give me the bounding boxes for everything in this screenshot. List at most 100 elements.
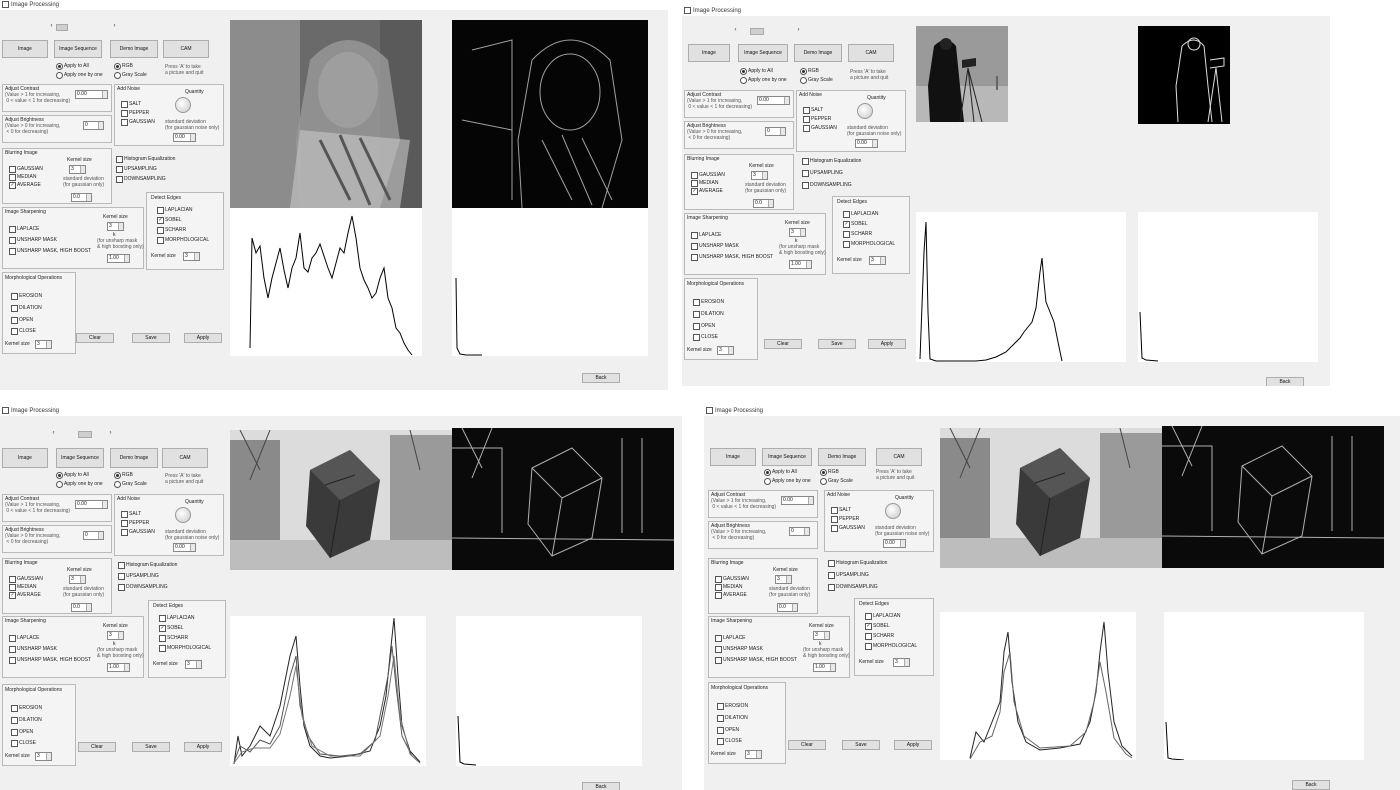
image-button[interactable]: Image (710, 448, 756, 466)
morph-open-checkbox[interactable] (11, 729, 18, 736)
noise-std-input[interactable]: 0.00 (173, 543, 196, 552)
noise-pepper-checkbox[interactable] (121, 520, 128, 527)
brightness-input[interactable]: 0 (83, 121, 104, 130)
noise-std-input[interactable]: 0.00 (883, 539, 906, 548)
clear-button[interactable]: Clear (788, 740, 826, 750)
sharpen-laplace-checkbox[interactable] (691, 232, 698, 239)
back-button[interactable]: Back (1292, 780, 1330, 790)
cam-button[interactable]: CAM (162, 448, 208, 468)
noise-salt-checkbox[interactable] (831, 507, 838, 514)
downsampling-checkbox[interactable] (802, 182, 809, 189)
edges-kernel-input[interactable]: 3 (893, 658, 910, 667)
scroll-right-icon[interactable]: › (107, 430, 114, 437)
edges-morph-checkbox[interactable] (843, 241, 850, 248)
demo-image-button[interactable]: Demo Image (818, 448, 866, 466)
histeq-checkbox[interactable] (828, 560, 835, 567)
blur-std-input[interactable]: 0.0 (71, 193, 92, 202)
morph-kernel-input[interactable]: 3 (35, 340, 52, 349)
demo-image-button[interactable]: Demo Image (110, 448, 158, 468)
blur-kernel-input[interactable]: 3 (751, 171, 768, 180)
histeq-checkbox[interactable] (118, 562, 125, 569)
edges-kernel-input[interactable]: 3 (185, 660, 202, 669)
demo-image-button[interactable]: Demo Image (794, 44, 842, 62)
sharpen-k-input[interactable]: 1.00 (789, 260, 812, 269)
grayscale-radio[interactable] (114, 481, 121, 488)
grayscale-radio[interactable] (114, 72, 121, 79)
blur-average-checkbox[interactable]: ✓ (9, 592, 16, 599)
brightness-input[interactable]: 0 (789, 527, 810, 536)
image-button[interactable]: Image (2, 448, 48, 468)
morph-dilation-checkbox[interactable] (693, 311, 700, 318)
noise-gaussian-checkbox[interactable] (121, 529, 128, 536)
image-sequence-button[interactable]: Image Sequence (56, 448, 104, 468)
sharpen-laplace-checkbox[interactable] (9, 635, 16, 642)
sharpen-highboost-checkbox[interactable] (691, 254, 698, 261)
rgb-radio[interactable] (114, 63, 121, 70)
morph-close-checkbox[interactable] (11, 328, 18, 335)
morph-dilation-checkbox[interactable] (11, 305, 18, 312)
blur-kernel-input[interactable]: 3 (69, 575, 86, 584)
edges-sobel-checkbox[interactable]: ✓ (843, 221, 850, 228)
edges-sobel-checkbox[interactable]: ✓ (159, 625, 166, 632)
blur-median-checkbox[interactable] (715, 584, 722, 591)
morph-dilation-checkbox[interactable] (11, 717, 18, 724)
scroll-left-icon[interactable]: ‹ (50, 430, 57, 437)
noise-pepper-checkbox[interactable] (121, 110, 128, 117)
morph-close-checkbox[interactable] (693, 334, 700, 341)
contrast-input[interactable]: 0.00 (781, 496, 814, 505)
blur-median-checkbox[interactable] (9, 584, 16, 591)
image-sequence-button[interactable]: Image Sequence (762, 448, 812, 466)
morph-kernel-input[interactable]: 3 (35, 752, 52, 761)
histeq-checkbox[interactable] (802, 158, 809, 165)
rgb-radio[interactable] (800, 68, 807, 75)
image-sequence-button[interactable]: Image Sequence (738, 44, 788, 62)
blur-average-checkbox[interactable]: ✓ (691, 188, 698, 195)
sharpen-unsharp-checkbox[interactable] (9, 237, 16, 244)
edges-laplacian-checkbox[interactable] (865, 613, 872, 620)
blur-std-input[interactable]: 0.0 (753, 199, 774, 208)
scroll-thumb[interactable] (750, 28, 764, 35)
blur-gaussian-checkbox[interactable] (9, 166, 16, 173)
sharpen-highboost-checkbox[interactable] (9, 657, 16, 664)
cam-button[interactable]: CAM (848, 44, 894, 62)
save-button[interactable]: Save (132, 333, 170, 343)
blur-kernel-input[interactable]: 3 (775, 575, 792, 584)
image-sequence-button[interactable]: Image Sequence (54, 40, 102, 58)
downsampling-checkbox[interactable] (118, 584, 125, 591)
edges-sobel-checkbox[interactable]: ✓ (157, 217, 164, 224)
noise-std-input[interactable]: 0.00 (173, 133, 196, 142)
noise-gaussian-checkbox[interactable] (831, 525, 838, 532)
quantity-dial[interactable] (857, 103, 873, 119)
scroll-left-icon[interactable]: ‹ (732, 27, 739, 34)
blur-kernel-input[interactable]: 3 (69, 165, 86, 174)
noise-std-input[interactable]: 0.00 (855, 139, 878, 148)
morph-close-checkbox[interactable] (11, 740, 18, 747)
save-button[interactable]: Save (818, 339, 856, 349)
edges-scharr-checkbox[interactable] (157, 227, 164, 234)
back-button[interactable]: Back (582, 782, 620, 790)
grayscale-radio[interactable] (820, 478, 827, 485)
blur-average-checkbox[interactable]: ✓ (9, 182, 16, 189)
apply-button[interactable]: Apply (184, 333, 222, 343)
noise-salt-checkbox[interactable] (121, 511, 128, 518)
sharpen-k-input[interactable]: 1.00 (813, 663, 836, 672)
blur-std-input[interactable]: 0.0 (71, 603, 92, 612)
scrollbar-horizontal[interactable]: ‹ › (50, 430, 114, 438)
edges-morph-checkbox[interactable] (157, 237, 164, 244)
noise-salt-checkbox[interactable] (121, 101, 128, 108)
downsampling-checkbox[interactable] (828, 584, 835, 591)
image-button[interactable]: Image (2, 40, 48, 58)
quantity-dial[interactable] (175, 507, 191, 523)
blur-gaussian-checkbox[interactable] (9, 576, 16, 583)
blur-average-checkbox[interactable] (715, 592, 722, 599)
morph-open-checkbox[interactable] (717, 727, 724, 734)
scroll-right-icon[interactable]: › (795, 27, 802, 34)
rgb-radio[interactable] (114, 472, 121, 479)
upsampling-checkbox[interactable] (802, 170, 809, 177)
edges-laplacian-checkbox[interactable] (159, 615, 166, 622)
sharpen-kernel-input[interactable]: 3 (107, 631, 124, 640)
scroll-thumb[interactable] (56, 24, 68, 31)
apply-all-radio[interactable] (764, 469, 771, 476)
sharpen-unsharp-checkbox[interactable] (691, 243, 698, 250)
cam-button[interactable]: CAM (876, 448, 922, 466)
